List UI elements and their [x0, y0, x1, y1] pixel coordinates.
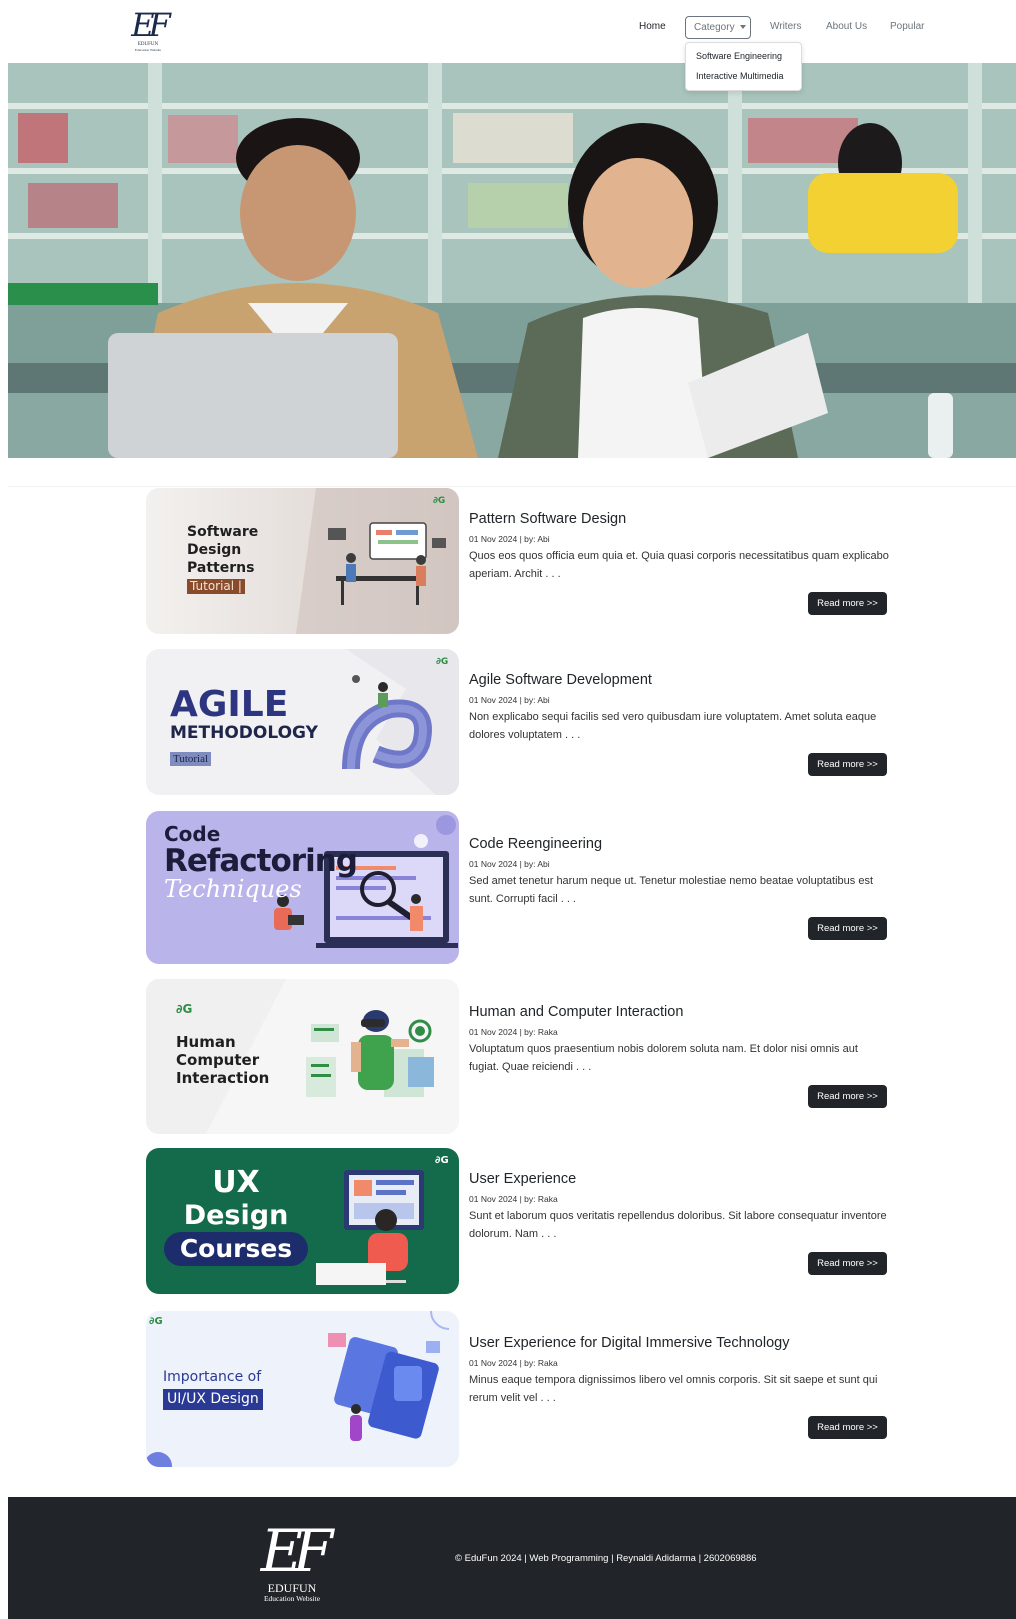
footer-copyright: © EduFun 2024 | Web Programming | Reynal…: [455, 1553, 757, 1564]
thumbnail-line: Design: [183, 1200, 289, 1231]
article-meta: 01 Nov 2024 | by: Abi: [469, 859, 550, 869]
thumbnail-line: Refactoring: [164, 843, 358, 879]
article-meta: 01 Nov 2024 | by: Raka: [469, 1027, 558, 1037]
article-thumbnail[interactable]: ∂G AGILE METHODOLOGY Tutorial: [146, 649, 459, 795]
category-dropdown-menu: Software Engineering Interactive Multime…: [685, 42, 802, 91]
article-excerpt: Minus eaque tempora dignissimos libero v…: [469, 1374, 878, 1404]
thumbnail-badge: Tutorial: [170, 752, 212, 766]
svg-text:∂G: ∂G: [435, 1155, 449, 1166]
article-thumbnail[interactable]: ∂G Software Design Patterns Tutorial |: [146, 488, 459, 634]
logo-tagline: Education Website: [134, 48, 162, 52]
thumbnail-title: UX Design Courses: [158, 1166, 314, 1266]
article-excerpt: Sed amet tenetur harum neque ut. Tenetur…: [469, 875, 873, 905]
thumbnail-line: Design: [187, 542, 242, 558]
thumbnail-title: Software Design Patterns Tutorial |: [187, 523, 258, 595]
article-thumbnail[interactable]: ∂G Importance of UI/UX Design: [146, 1311, 459, 1467]
thumbnail-title: Human Computer Interaction: [176, 1033, 269, 1087]
article-title[interactable]: User Experience: [469, 1171, 576, 1187]
read-more-button[interactable]: Read more >>: [808, 1252, 887, 1275]
nav-about-us[interactable]: About Us: [826, 21, 867, 32]
thumbnail-line: Code: [164, 822, 221, 846]
article-thumbnail[interactable]: ∂G UX Design Courses: [146, 1148, 459, 1294]
dropdown-item-interactive-multimedia[interactable]: Interactive Multimedia: [696, 71, 784, 81]
thumbnail-line: Patterns: [187, 560, 255, 576]
thumbnail-line: AGILE: [170, 684, 289, 725]
nav-writers[interactable]: Writers: [770, 21, 801, 32]
gfg-icon: ∂G: [176, 1002, 193, 1016]
article-title[interactable]: Pattern Software Design: [469, 511, 626, 527]
article-title[interactable]: Agile Software Development: [469, 672, 652, 688]
thumbnail-title: Code Refactoring Techniques: [164, 822, 358, 903]
article-thumbnail[interactable]: ∂G Human Computer Interaction: [146, 979, 459, 1134]
article-excerpt: Non explicabo sequi facilis sed vero qui…: [469, 711, 877, 741]
svg-text:∂G: ∂G: [149, 1316, 163, 1327]
site-logo[interactable]: EF EDUFUN Education Website: [128, 6, 171, 54]
nav-popular[interactable]: Popular: [890, 21, 924, 32]
thumbnail-badge: Tutorial |: [187, 579, 245, 594]
thumbnail-title: Importance of UI/UX Design: [163, 1367, 263, 1410]
article-meta: 01 Nov 2024 | by: Abi: [469, 534, 550, 544]
thumbnail-badge: Courses: [163, 1232, 309, 1266]
svg-text:∂G: ∂G: [436, 657, 448, 667]
site-footer: EF EDUFUN Education Website © EduFun 202…: [8, 1497, 1016, 1619]
nav-category-label: Category: [694, 22, 735, 33]
read-more-button[interactable]: Read more >>: [808, 592, 887, 615]
article-meta: 01 Nov 2024 | by: Raka: [469, 1194, 558, 1204]
dropdown-item-software-engineering[interactable]: Software Engineering: [696, 51, 782, 61]
thumbnail-line: Interaction: [176, 1069, 270, 1087]
article-excerpt: Voluptatum quos praesentium nobis dolore…: [469, 1043, 858, 1073]
thumbnail-line: UX: [212, 1165, 260, 1200]
article-title[interactable]: Code Reengineering: [469, 836, 602, 852]
nav-category-dropdown[interactable]: Category: [685, 16, 751, 39]
article-excerpt: Sunt et laborum quos veritatis repellend…: [469, 1210, 887, 1240]
article-title[interactable]: Human and Computer Interaction: [469, 1004, 683, 1020]
article-excerpt: Quos eos quos officia eum quia et. Quia …: [469, 550, 889, 580]
thumbnail-title: AGILE METHODOLOGY: [170, 684, 318, 744]
logo-mark: EF: [260, 1517, 334, 1585]
read-more-button[interactable]: Read more >>: [808, 753, 887, 776]
navbar: EF EDUFUN Education Website Home Categor…: [0, 0, 1016, 63]
thumbnail-line: Techniques: [164, 875, 302, 903]
hero-illustration: [8, 63, 1016, 458]
article-thumbnail[interactable]: Code Refactoring Techniques: [146, 811, 459, 964]
hero-image: [8, 63, 1016, 458]
article-meta: 01 Nov 2024 | by: Abi: [469, 695, 550, 705]
nav-home[interactable]: Home: [639, 21, 666, 32]
section-divider: [8, 486, 1016, 487]
logo-tagline: Education Website: [263, 1594, 321, 1603]
read-more-button[interactable]: Read more >>: [808, 1416, 887, 1439]
thumbnail-line: Computer: [176, 1051, 260, 1069]
thumbnail-line: Importance of: [163, 1369, 262, 1385]
logo-mark: EF: [131, 6, 171, 44]
article-meta: 01 Nov 2024 | by: Raka: [469, 1358, 558, 1368]
thumbnail-line: METHODOLOGY: [170, 723, 318, 743]
read-more-button[interactable]: Read more >>: [808, 1085, 887, 1108]
thumbnail-line: Human: [176, 1033, 236, 1051]
article-title[interactable]: User Experience for Digital Immersive Te…: [469, 1335, 789, 1351]
read-more-button[interactable]: Read more >>: [808, 917, 887, 940]
caret-down-icon: [739, 25, 746, 30]
thumbnail-badge: UI/UX Design: [163, 1389, 263, 1410]
footer-logo[interactable]: EF EDUFUN Education Website: [254, 1517, 334, 1603]
svg-text:∂G: ∂G: [433, 496, 445, 506]
thumbnail-line: Software: [187, 524, 259, 540]
